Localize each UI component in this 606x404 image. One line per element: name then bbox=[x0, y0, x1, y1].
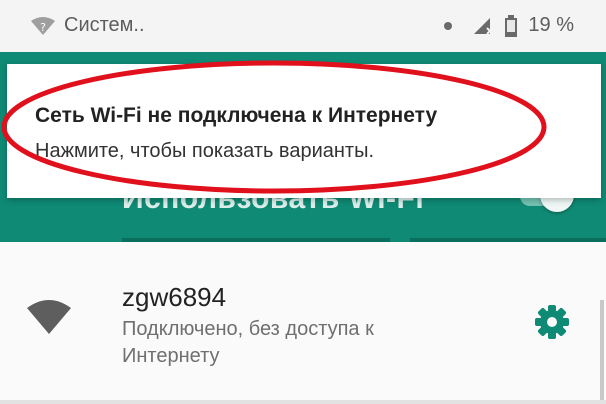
status-bar-left: ? Систем.. bbox=[30, 14, 145, 37]
list-divider bbox=[0, 400, 606, 404]
battery-icon bbox=[505, 14, 518, 37]
network-label: Систем.. bbox=[64, 14, 145, 36]
notification-text: Нажмите, чтобы показать варианты. bbox=[35, 140, 375, 162]
notification-card[interactable]: Сеть Wi-Fi не подключена к Интернету Наж… bbox=[7, 64, 601, 198]
cell-signal-icon bbox=[474, 17, 495, 35]
status-bar: ? Систем.. 19 % bbox=[0, 0, 606, 52]
status-bar-right: 19 % bbox=[444, 14, 574, 37]
scrollbar[interactable] bbox=[600, 300, 604, 404]
wifi-signal-icon bbox=[26, 299, 72, 340]
network-status: Подключено, без доступа к Интернету bbox=[122, 318, 374, 367]
wifi-question-icon: ? bbox=[31, 16, 55, 35]
svg-text:?: ? bbox=[40, 21, 46, 34]
notification-dot-icon bbox=[444, 21, 453, 30]
notification-title: Сеть Wi-Fi не подключена к Интернету bbox=[35, 104, 438, 127]
battery-percent: 19 % bbox=[528, 14, 574, 36]
network-ssid[interactable]: zgw6894 bbox=[122, 282, 226, 313]
gear-icon[interactable] bbox=[532, 302, 572, 347]
